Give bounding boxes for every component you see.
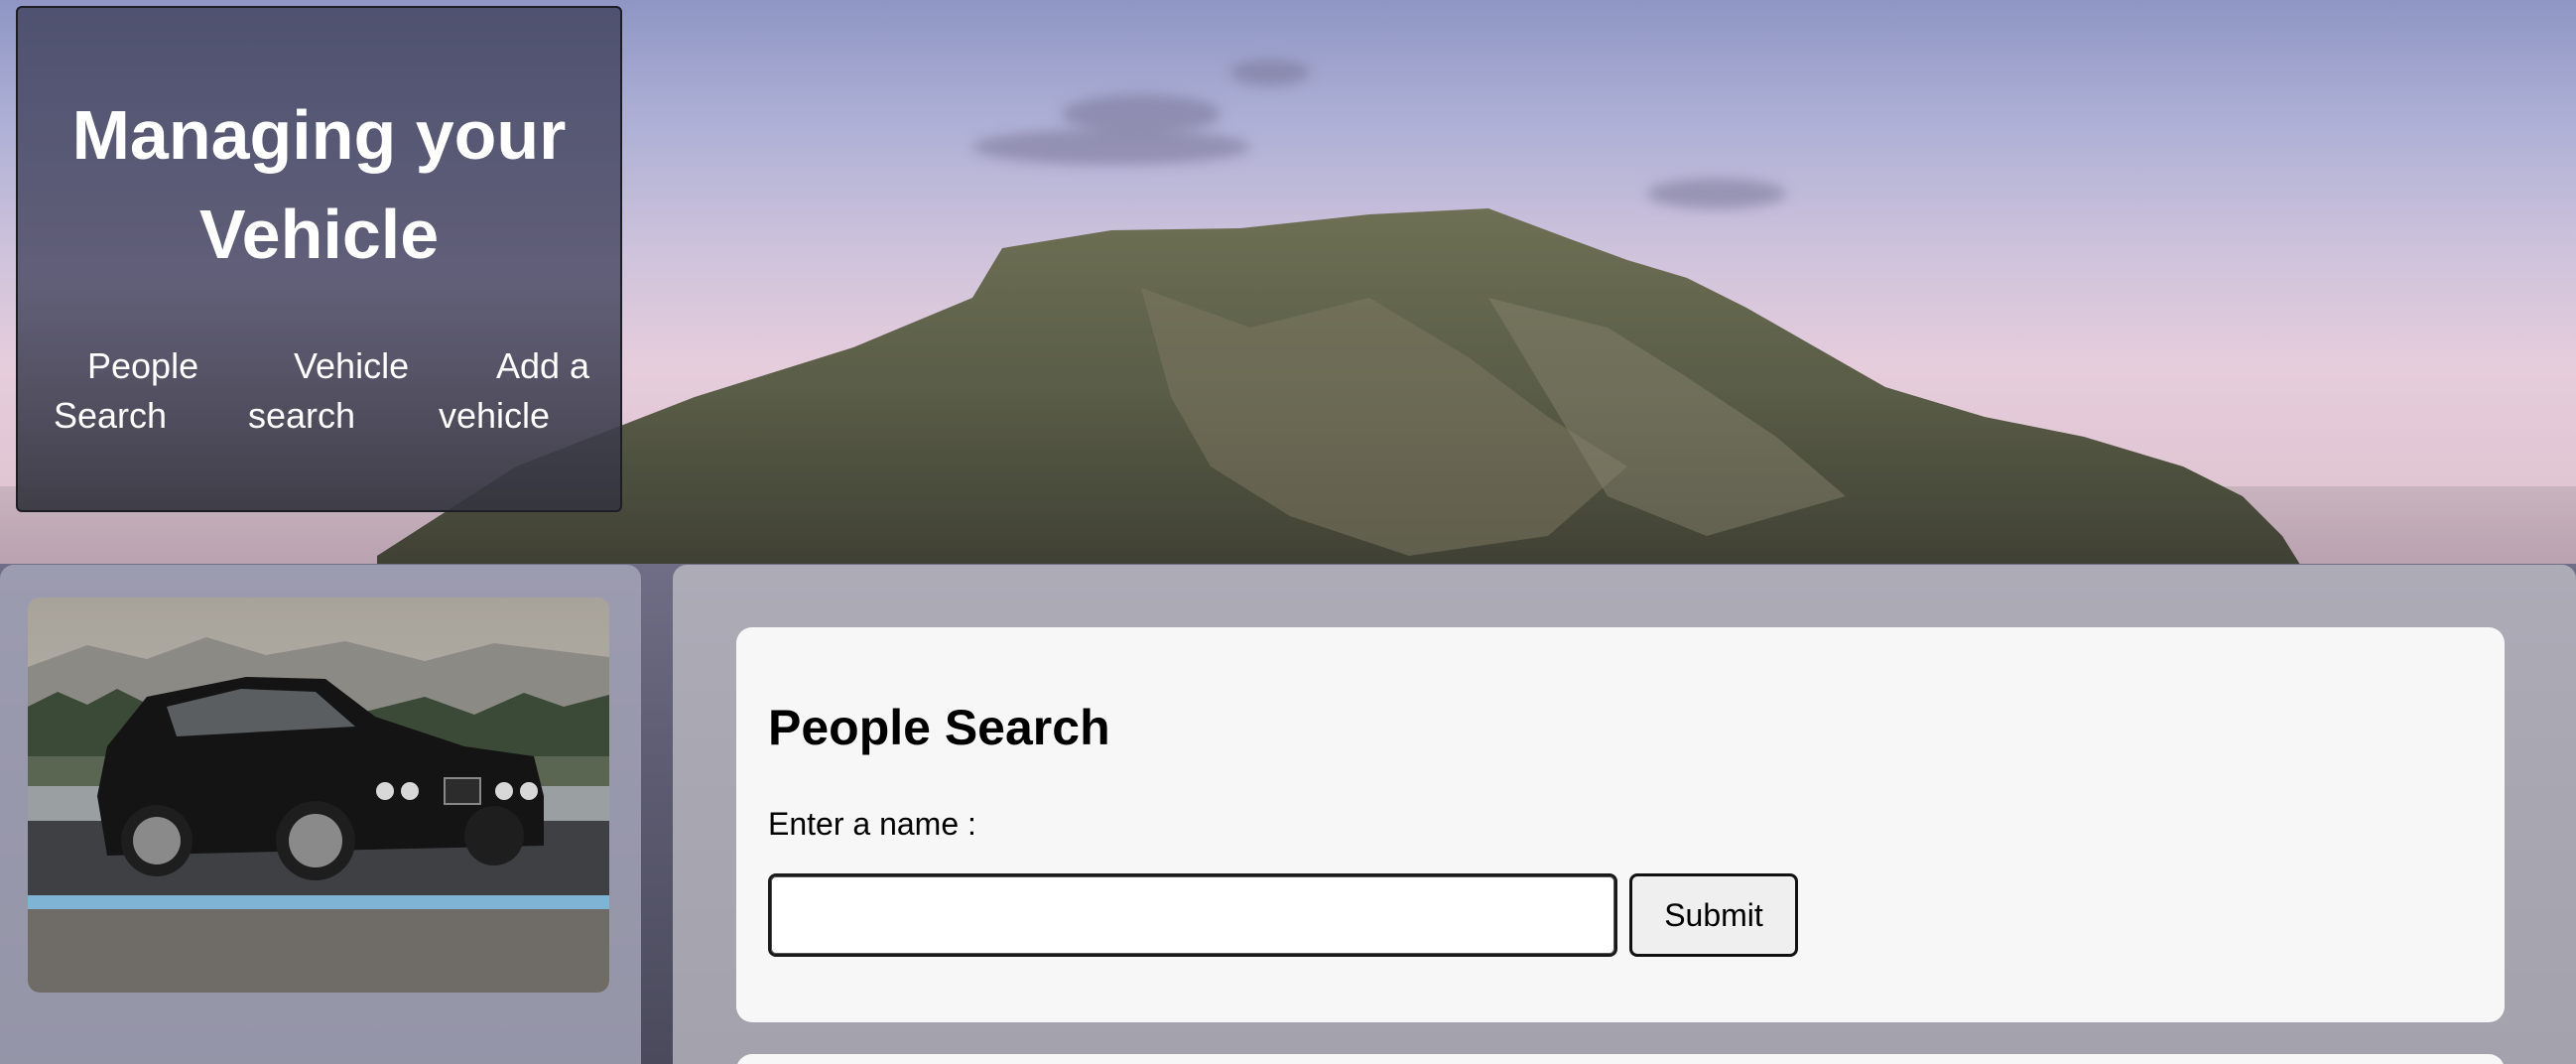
header-card: Managing your Vehicle People Search Vehi…: [16, 6, 622, 512]
nav-add-vehicle[interactable]: Add a vehicle: [439, 341, 607, 441]
nav-vehicle-search[interactable]: Vehicle search: [248, 341, 417, 441]
main-nav: People Search Vehicle search Add a vehic…: [18, 341, 620, 451]
nav-people-search[interactable]: People Search: [54, 341, 222, 441]
results-card: [736, 1054, 2505, 1064]
submit-button[interactable]: Submit: [1629, 873, 1798, 957]
name-label: Enter a name :: [768, 806, 976, 842]
people-search-card: People Search Enter a name : Submit: [736, 627, 2505, 1022]
people-search-title: People Search: [768, 700, 1110, 755]
car-photo: [28, 598, 609, 993]
name-input[interactable]: [768, 873, 1617, 957]
site-title: Managing your Vehicle: [71, 96, 567, 273]
